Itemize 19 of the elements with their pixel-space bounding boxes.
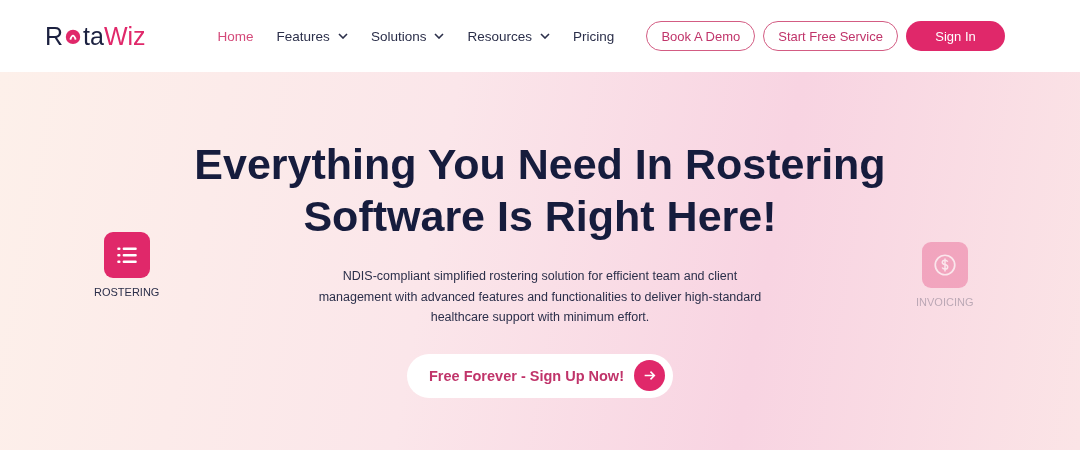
- sign-in-button[interactable]: Sign In: [906, 21, 1005, 51]
- feature-label: ROSTERING: [94, 286, 160, 298]
- nav-link[interactable]: Home: [217, 28, 254, 44]
- chevron-down-icon: [434, 33, 445, 39]
- nav-link[interactable]: Resources: [467, 28, 550, 44]
- nav-link[interactable]: Pricing: [572, 28, 615, 44]
- hero-headline: Everything You Need In Rostering Software Is Right Here!: [194, 139, 886, 242]
- signup-button[interactable]: Free Forever - Sign Up Now!: [407, 353, 673, 398]
- nav-link[interactable]: Solutions: [370, 28, 445, 44]
- feature-label: INVOICING: [916, 296, 974, 308]
- hero-description: NDIS-compliant simplified rostering solution for efficient team and client management with advanced features and functionalities to deliver high-standard healthcare support with minimum effort.: [317, 268, 763, 326]
- header-button[interactable]: Book A Demo: [646, 21, 756, 51]
- nav-link[interactable]: Features: [276, 28, 348, 44]
- logo[interactable]: R taWiz: [45, 21, 146, 51]
- chevron-down-icon: [539, 33, 550, 39]
- chevron-down-icon: [337, 33, 348, 39]
- header-button[interactable]: Start Free Service: [763, 21, 898, 51]
- arrow-right-icon: [634, 360, 665, 391]
- dollar-icon: [931, 252, 958, 278]
